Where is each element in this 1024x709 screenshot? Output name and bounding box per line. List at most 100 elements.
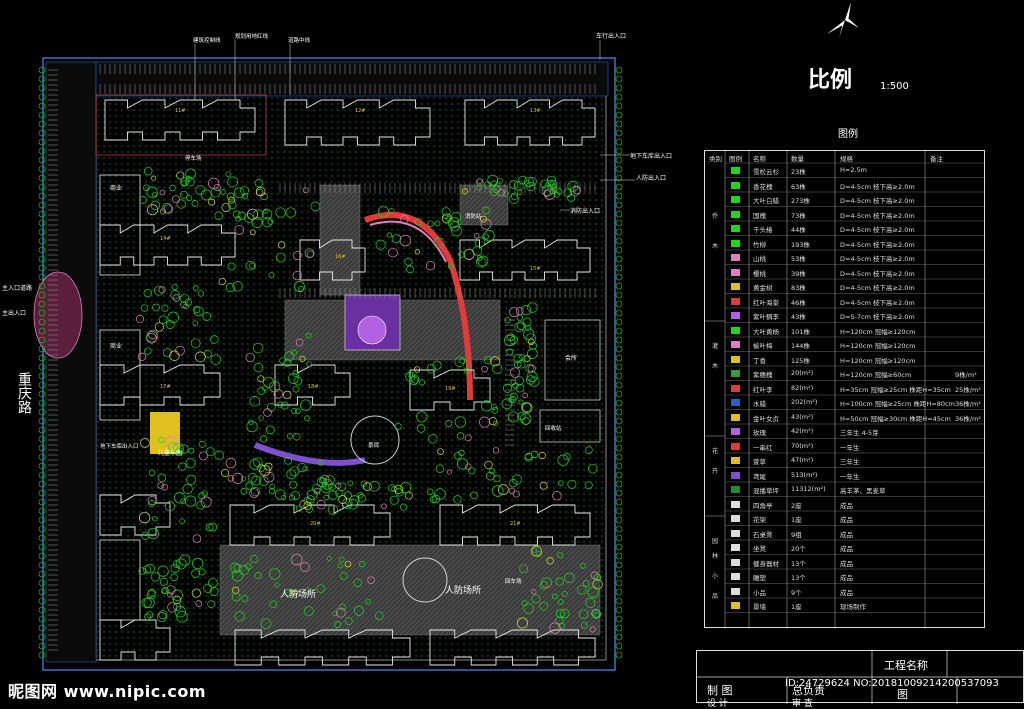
legend-group-label: 灌 [712,343,719,350]
legend-group-label: 小 [712,573,719,580]
legend-qty: 43(m²) [791,412,814,421]
legend-spec: 现场制作 [840,603,866,611]
legend-row: 鸢尾 513(m²) 一年生 [705,469,986,482]
legend-swatch-icon [731,239,740,247]
label-fire-entrance: 消防出入口 [570,207,600,215]
label-turnaround: 回车场 [505,577,522,585]
label-main-road: 主入口道路 [2,284,32,292]
legend-row: 花架 1座 成品 [705,512,986,525]
legend-row: 丁香 125株 H=120cm 冠幅≥120cm [705,353,986,366]
legend-header-row: 类别 图例 名称 数量 规格 备注 [705,151,986,164]
legend-swatch-icon [731,268,740,276]
label-red-line: 规划用地红线 [235,32,269,40]
legend-header-2: 名称 [753,155,766,163]
scale-value: 1:500 [880,81,909,92]
legend-spec: H=100cm 冠幅≥25cm 株距H=80cm [840,400,955,408]
legend-swatch-icon [731,370,740,377]
legend-note: 36株/m² [955,400,981,408]
legend-qty: 13个 [791,574,806,582]
label-vehicle-entrance: 车行出入口 [596,32,626,40]
legend-row: 一串红 70(m²) 一年生 [705,440,986,453]
legend-qty: 125株 [791,356,810,365]
legend-spec: H=120cm 冠幅≥120cm [840,327,916,336]
legend-note: 9株/m² [955,371,977,379]
legend-swatch-icon [731,341,740,348]
legend-qty: 202(m²) [791,398,818,406]
legend-row: 红叶海棠 46株 D=4-5cm 枝下高≥2.0m [705,295,986,308]
legend-header-3: 数量 [791,155,804,163]
legend-swatch-icon [731,355,740,363]
legend-row: 水蜡 202(m²) H=100cm 冠幅≥25cm 株距H=80cm 36株/m² [705,396,986,409]
label-garage-entrance: 地下车库出入口 [630,152,672,160]
legend-spec: D=4-5cm 枝下高≥2.0m [840,298,915,307]
legend-swatch-icon [731,486,740,493]
legend-qty: 73株 [791,211,806,220]
legend-spec: 一年生 [840,472,860,481]
legend-qty: 82(m²) [791,383,814,392]
playground [150,412,180,454]
legend-name: 鸢尾 [753,472,766,481]
legend-spec: H=120cm 冠幅≥120cm [840,342,916,350]
label-playground: 儿童乐园 [158,449,182,457]
legend-qty: 193株 [791,240,810,249]
legend-name: 景墙 [753,603,766,611]
cad-site-plan: 建筑控制线 规划用地红线 道路中线 车行出入口 地下车库出入口 人防出入口 消防出入口 主入口… [0,0,1024,709]
legend-name: 樱桃 [753,269,766,278]
legend-name: 混播草坪 [753,487,779,495]
label-building-6: 16# [335,254,346,260]
legend-group-label: 卉 [712,468,719,475]
legend-spec: D=4-5cm 枝下高≥2.0m [840,197,915,205]
legend-swatch-icon [731,167,740,174]
legend-name: 一串红 [753,443,773,452]
legend-spec: 三年生 4-5芽 [840,429,879,437]
legend-group-label: 品 [712,593,719,600]
legend-qty: 1座 [791,516,802,524]
legend-header-0: 类别 [709,155,722,163]
legend-name: 香花槐 [753,182,773,191]
legend-spec: D=4-5cm 枝下高≥2.0m [840,269,915,278]
legend-group-label: 花 [712,448,719,455]
north-arrow-icon [827,2,859,38]
legend-group-label: 林 [712,553,719,560]
label-building-2: 12# [355,108,366,114]
legend-swatch-icon [731,283,740,290]
legend-spec: D=4-5cm 枝下高≥2.0m [840,284,915,292]
label-road-centerline: 道路中线 [288,36,311,44]
legend-row: 大叶白蜡 273株 D=4-5cm 枝下高≥2.0m [705,193,986,206]
legend-name: 水蜡 [753,400,766,408]
legend-name: 玫瑰 [753,429,766,437]
label-commercial-2: 商业 [110,342,122,350]
legend-swatch-icon [731,181,740,189]
legend-spec: D=5-7cm 枝下高≥2.0m [840,313,915,321]
legend-row: 四角亭 2座 成品 [705,498,986,511]
legend-qty: 1座 [791,603,802,611]
legend-name: 石桌凳 [753,530,773,539]
legend-qty: 513(m²) [791,470,818,479]
legend-qty: 11312(m²) [791,485,826,493]
legend-swatch-icon [731,457,740,464]
legend-swatch-icon [731,573,740,580]
legend-swatch-icon [731,254,740,261]
legend-qty: 144株 [791,342,810,350]
legend-spec: H=2.5m [840,166,868,174]
road-name: 重庆路 [16,372,32,414]
legend-swatch-icon [731,399,740,406]
legend-name: 红叶海棠 [753,298,779,307]
label-building-line: 建筑控制线 [193,36,221,44]
legend-row: 香花槐 63株 D=4-5cm 枝下高≥2.0m [705,179,986,192]
legend-spec: D=4-5cm 枝下高≥2.0m [840,240,915,249]
legend-qty: 13个 [791,559,806,568]
legend-group-label: 乔 [712,213,719,220]
label-civil-defense-1: 人防场所 [280,588,316,600]
legend-row: 山桃 53株 D=4-5cm 枝下高≥2.0m [705,251,986,264]
label-recycle: 回收站 [545,424,562,432]
legend-qty: 20个 [791,545,806,553]
label-building-8: 18# [308,384,319,390]
legend-row: 坐凳 20个 成品 [705,541,986,554]
legend-swatch-icon [731,529,740,537]
legend-swatch-icon [731,544,740,551]
legend-row: 石桌凳 9组 成品 [705,527,986,540]
legend-spec: 高羊茅、黑麦草 [840,487,886,495]
label-building-7: 17# [160,384,171,390]
legend-spec: D=4-5cm 枝下高≥2.0m [840,182,915,191]
